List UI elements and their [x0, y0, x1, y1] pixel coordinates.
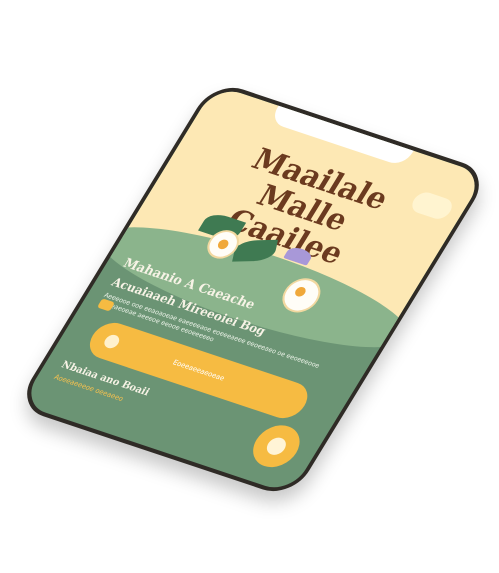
phone-screen: Maailale Malle Caailee Mahanio A Caeache…	[14, 79, 492, 500]
scene: Maailale Malle Caailee Mahanio A Caeache…	[0, 0, 499, 573]
floating-action-button[interactable]	[244, 419, 309, 473]
cta-label: Eoeeaeeaeoeae	[171, 358, 227, 383]
flower-icon	[101, 333, 122, 350]
flower-icon	[263, 435, 290, 458]
